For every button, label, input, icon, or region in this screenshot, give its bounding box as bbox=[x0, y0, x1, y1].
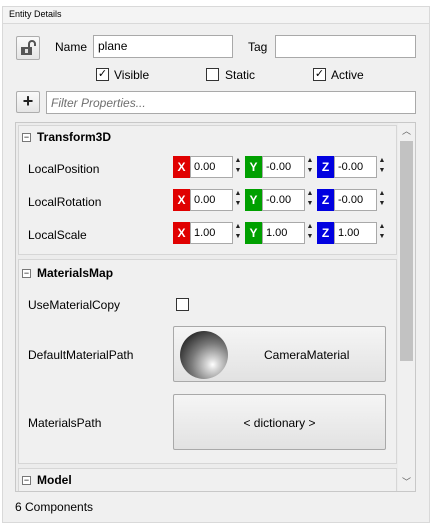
use-material-copy-label: UseMaterialCopy bbox=[28, 298, 121, 312]
use-material-copy-checkbox[interactable] bbox=[176, 298, 189, 311]
visible-label: Visible bbox=[114, 68, 150, 82]
local-scale-label: LocalScale bbox=[28, 228, 87, 242]
tag-field[interactable] bbox=[275, 35, 416, 58]
local-position-label: LocalPosition bbox=[28, 162, 100, 176]
add-component-button[interactable]: + bbox=[16, 91, 40, 113]
name-label: Name bbox=[55, 40, 88, 54]
local-scale-vector: X 1.00 ▲ ▼ Y 1.00 ▲ ▼ Z 1.00 ▲ ▼ bbox=[173, 222, 387, 244]
spin-arrows-icon[interactable]: ▲ ▼ bbox=[233, 189, 243, 211]
materials-path-value: < dictionary > bbox=[243, 416, 316, 430]
collapse-icon[interactable]: − bbox=[22, 269, 31, 278]
components-scroll-area[interactable]: − Transform3D LocalPosition X 0.00 ▲ ▼ Y -… bbox=[15, 122, 416, 492]
active-label: Active bbox=[331, 68, 364, 82]
materials-path-button[interactable]: < dictionary > bbox=[173, 394, 386, 450]
spin-arrows-icon[interactable]: ▲ ▼ bbox=[233, 156, 243, 178]
scrollbar-thumb[interactable] bbox=[400, 141, 413, 361]
z-axis-label: Z bbox=[317, 189, 334, 211]
x-axis-label: X bbox=[173, 222, 190, 244]
materialsmap-header[interactable]: − MaterialsMap bbox=[22, 266, 113, 280]
z-axis-label: Z bbox=[317, 156, 334, 178]
materialsmap-title: MaterialsMap bbox=[37, 266, 114, 280]
transform3d-header[interactable]: − Transform3D bbox=[22, 130, 111, 144]
unlock-icon bbox=[21, 40, 36, 55]
default-material-button[interactable]: CameraMaterial bbox=[173, 326, 386, 382]
scale-y-input[interactable]: 1.00 bbox=[262, 222, 305, 244]
y-axis-label: Y bbox=[245, 222, 262, 244]
name-field[interactable]: plane bbox=[93, 35, 233, 58]
plus-icon: + bbox=[22, 91, 34, 111]
model-section: − Model bbox=[18, 468, 397, 491]
model-title: Model bbox=[37, 473, 72, 487]
default-material-value: CameraMaterial bbox=[264, 348, 350, 362]
rotation-x-input[interactable]: 0.00 bbox=[190, 189, 233, 211]
spin-arrows-icon[interactable]: ▲ ▼ bbox=[305, 156, 315, 178]
y-axis-label: Y bbox=[245, 156, 262, 178]
static-label: Static bbox=[225, 68, 256, 82]
z-axis-label: Z bbox=[317, 222, 334, 244]
components-count: 6 Components bbox=[15, 500, 94, 514]
scale-x-input[interactable]: 1.00 bbox=[190, 222, 233, 244]
spin-arrows-icon[interactable]: ▲ ▼ bbox=[377, 189, 387, 211]
local-position-vector: X 0.00 ▲ ▼ Y -0.00 ▲ ▼ Z -0.00 ▲ ▼ bbox=[173, 156, 387, 178]
panel-title-tab[interactable]: Entity Details bbox=[2, 6, 430, 24]
collapse-icon[interactable]: − bbox=[22, 133, 31, 142]
local-rotation-label: LocalRotation bbox=[28, 195, 102, 209]
rotation-y-input[interactable]: -0.00 bbox=[262, 189, 305, 211]
materials-path-label: MaterialsPath bbox=[28, 416, 102, 430]
x-axis-label: X bbox=[173, 156, 190, 178]
local-rotation-vector: X 0.00 ▲ ▼ Y -0.00 ▲ ▼ Z -0.00 ▲ ▼ bbox=[173, 189, 387, 211]
position-y-input[interactable]: -0.00 bbox=[262, 156, 305, 178]
transform3d-section: − Transform3D LocalPosition X 0.00 ▲ ▼ Y -… bbox=[18, 125, 397, 255]
default-material-path-label: DefaultMaterialPath bbox=[28, 348, 134, 362]
static-checkbox[interactable] bbox=[206, 68, 219, 81]
scroll-down-icon[interactable]: ﹀ bbox=[398, 474, 415, 491]
position-z-input[interactable]: -0.00 bbox=[334, 156, 377, 178]
transform3d-title: Transform3D bbox=[37, 130, 112, 144]
filter-properties-input[interactable]: Filter Properties... bbox=[46, 91, 416, 114]
model-header[interactable]: − Model bbox=[22, 473, 72, 487]
collapse-icon[interactable]: − bbox=[22, 476, 31, 485]
rotation-z-input[interactable]: -0.00 bbox=[334, 189, 377, 211]
lock-button[interactable] bbox=[16, 36, 40, 60]
visible-checkbox[interactable]: ✓ bbox=[96, 68, 109, 81]
vertical-scrollbar[interactable]: ︿ ﹀ bbox=[398, 123, 415, 491]
panel-titlebar: Entity Details bbox=[0, 0, 434, 24]
material-preview-sphere-icon bbox=[180, 331, 228, 379]
x-axis-label: X bbox=[173, 189, 190, 211]
spin-arrows-icon[interactable]: ▲ ▼ bbox=[377, 156, 387, 178]
spin-arrows-icon[interactable]: ▲ ▼ bbox=[233, 222, 243, 244]
materialsmap-section: − MaterialsMap UseMaterialCopy DefaultMat… bbox=[18, 259, 397, 464]
tag-label: Tag bbox=[248, 40, 268, 54]
scale-z-input[interactable]: 1.00 bbox=[334, 222, 377, 244]
position-x-input[interactable]: 0.00 bbox=[190, 156, 233, 178]
spin-arrows-icon[interactable]: ▲ ▼ bbox=[377, 222, 387, 244]
active-checkbox[interactable]: ✓ bbox=[313, 68, 326, 81]
spin-arrows-icon[interactable]: ▲ ▼ bbox=[305, 222, 315, 244]
spin-arrows-icon[interactable]: ▲ ▼ bbox=[305, 189, 315, 211]
y-axis-label: Y bbox=[245, 189, 262, 211]
scroll-up-icon[interactable]: ︿ bbox=[398, 123, 415, 140]
